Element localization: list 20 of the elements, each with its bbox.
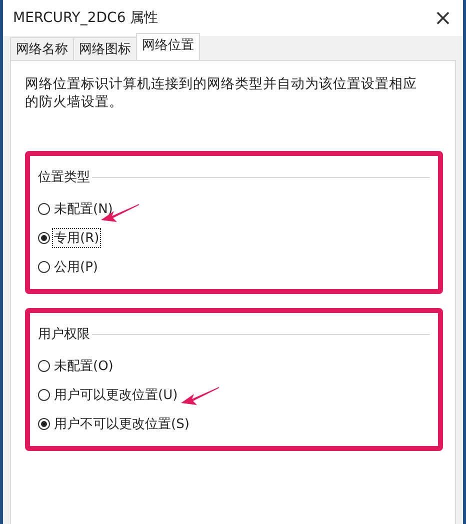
radio-label[interactable]: 用户不可以更改位置(S) <box>52 414 192 434</box>
close-button[interactable]: × <box>423 3 463 33</box>
radio-button[interactable] <box>38 418 50 430</box>
radio-label[interactable]: 未配置(O) <box>52 356 116 376</box>
radio-button[interactable] <box>38 202 50 214</box>
window-title: MERCURY_2DC6 属性 <box>13 9 158 27</box>
tab[interactable]: 网络位置 <box>136 33 200 60</box>
radio-label[interactable]: 未配置(N) <box>52 198 115 218</box>
radio-button[interactable] <box>38 388 50 400</box>
radio-label[interactable]: 公用(P) <box>52 256 100 276</box>
annotation-arrow <box>180 385 220 407</box>
radio-label[interactable]: 专用(R) <box>52 228 102 248</box>
radio-button[interactable] <box>38 260 50 272</box>
radio-label[interactable]: 用户可以更改位置(U) <box>52 384 180 404</box>
group-title: 用户权限 <box>38 326 90 343</box>
radio-button[interactable] <box>38 360 50 372</box>
description-text: 网络位置标识计算机连接到的网络类型并自动为该位置设置相应的防火墙设置。 <box>25 75 418 111</box>
group-title: 位置类型 <box>38 169 90 186</box>
radio-button[interactable] <box>38 232 50 244</box>
tab[interactable]: 网络名称 <box>10 37 74 60</box>
